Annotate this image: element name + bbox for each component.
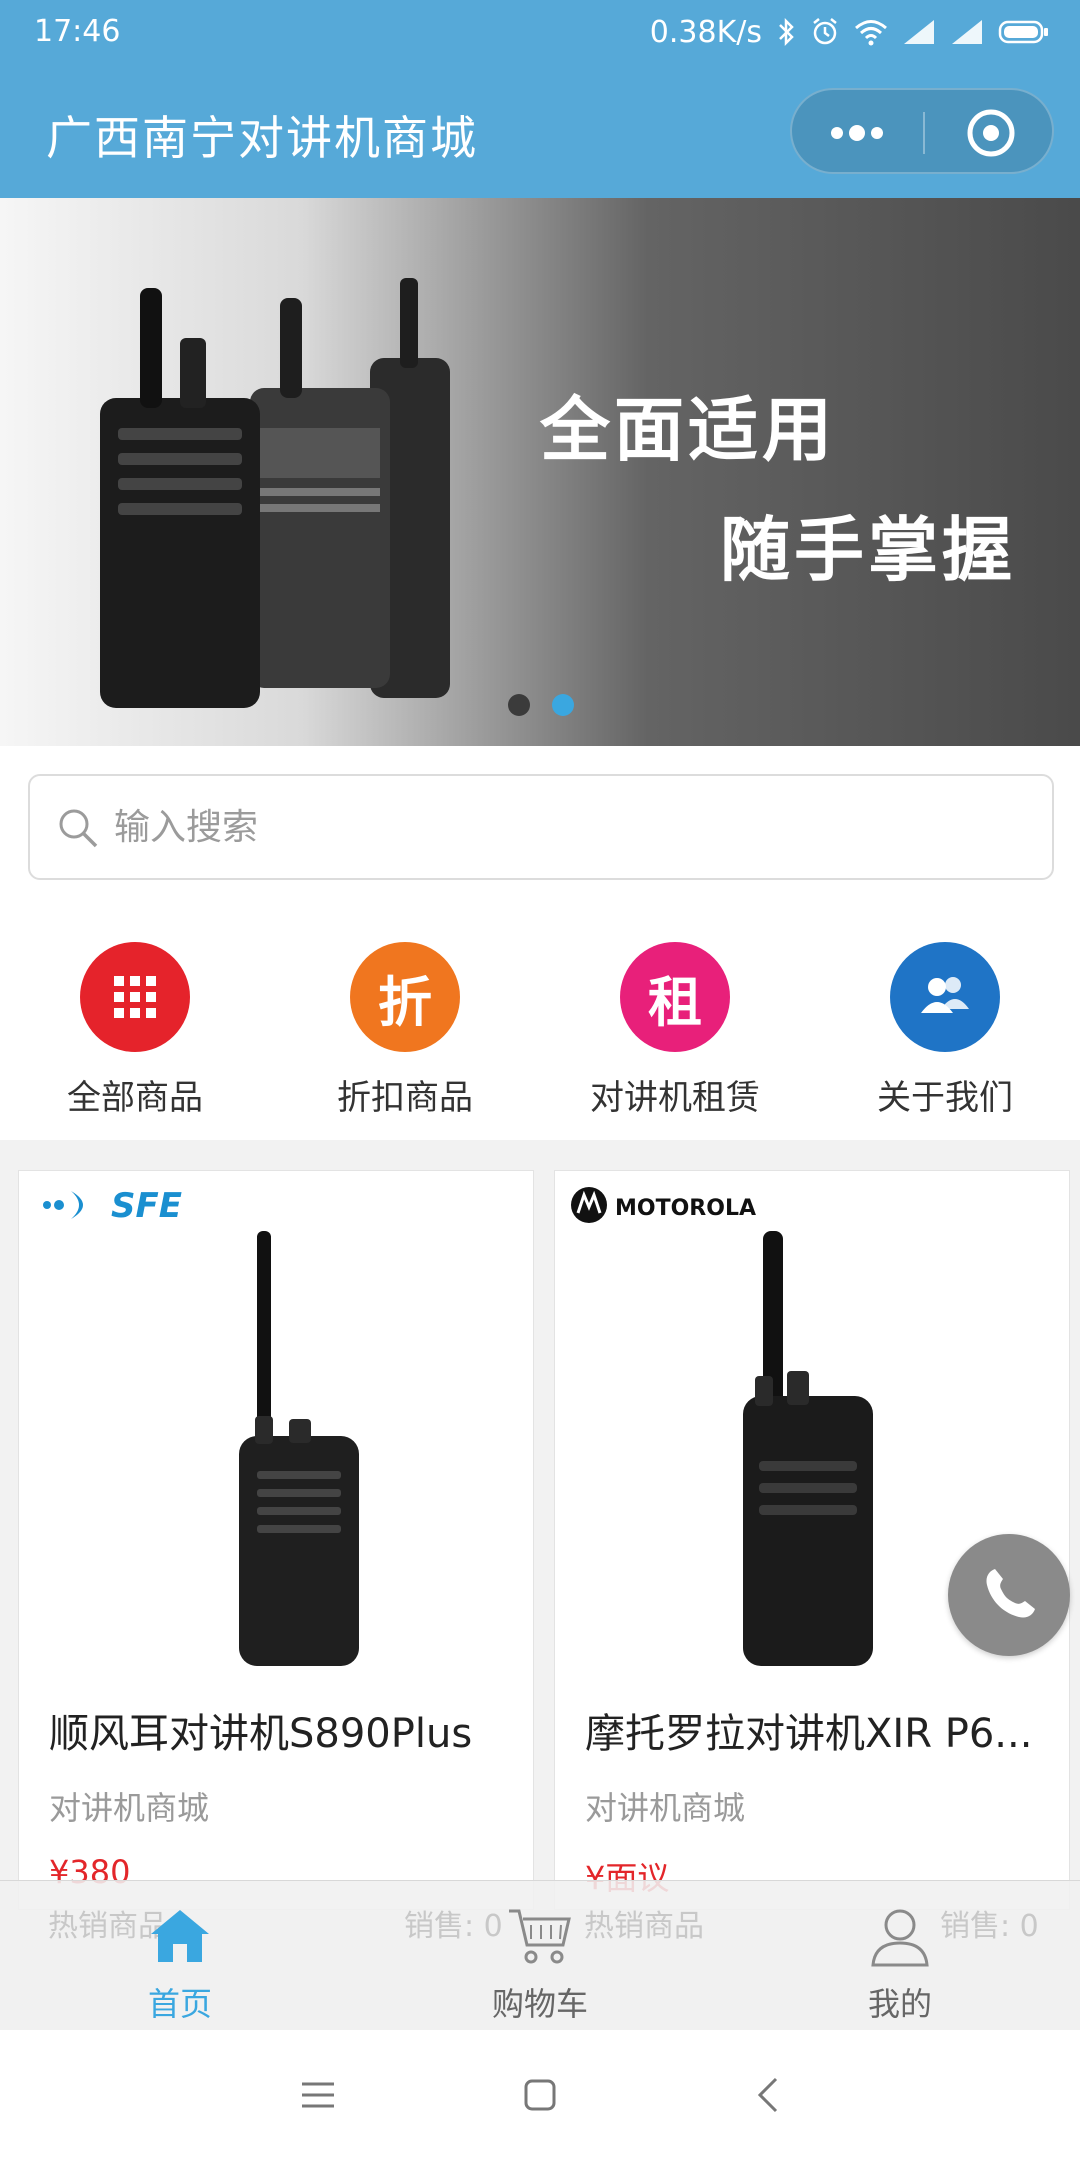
discount-icon: 折 <box>350 942 460 1052</box>
banner-carousel[interactable]: 全面适用 随手掌握 <box>0 198 1080 746</box>
system-nav-bar <box>0 2030 1080 2160</box>
product-shop: 对讲机商城 <box>49 1789 210 1827</box>
close-button[interactable] <box>926 90 1056 176</box>
search-box[interactable] <box>28 774 1054 880</box>
wifi-icon <box>854 18 888 46</box>
users-icon <box>890 942 1000 1052</box>
tab-cart[interactable]: 购物车 <box>360 1881 720 2031</box>
tab-mine[interactable]: 我的 <box>720 1881 1080 2031</box>
category-nav: 全部商品 折 折扣商品 租 对讲机租赁 关于我们 <box>0 918 1080 1140</box>
category-label: 对讲机租赁 <box>590 1078 760 1118</box>
brand-logo-motorola: MOTOROLA <box>569 1179 799 1239</box>
category-discount[interactable]: 折 折扣商品 <box>290 918 520 1119</box>
tab-label: 我的 <box>867 1985 932 2023</box>
carousel-dots <box>508 694 574 716</box>
back-button[interactable] <box>708 2030 828 2160</box>
home-nav-button[interactable] <box>480 2030 600 2160</box>
tab-bar: 热销商品 销售: 0 热销商品 销售: 0 首页 购物车 我的 <box>0 1880 1080 2030</box>
category-label: 关于我们 <box>877 1078 1013 1118</box>
search-icon <box>56 806 100 854</box>
home-icon <box>140 1899 220 1971</box>
category-about[interactable]: 关于我们 <box>830 918 1060 1119</box>
square-icon <box>524 2079 556 2111</box>
product-name: 摩托罗拉对讲机XIR P6... <box>585 1711 1033 1757</box>
signal-icon <box>950 18 984 46</box>
product-shop: 对讲机商城 <box>585 1789 746 1827</box>
category-rent[interactable]: 租 对讲机租赁 <box>560 918 790 1119</box>
product-card[interactable]: SFE 顺风耳对讲机S890Plus 对讲机商城 ¥380 <box>18 1170 534 1910</box>
category-label: 折扣商品 <box>337 1078 473 1118</box>
net-speed: 0.38K/s <box>649 14 762 50</box>
search-input[interactable] <box>114 796 1014 858</box>
category-label: 全部商品 <box>67 1078 203 1118</box>
target-close-icon <box>967 109 1015 157</box>
grid-icon <box>80 942 190 1052</box>
status-bar: 17:46 0.38K/s <box>0 0 1080 66</box>
status-time: 17:46 <box>34 14 121 49</box>
brand-logo-sfe: SFE <box>33 1179 253 1239</box>
more-dots-icon <box>831 125 883 141</box>
category-all[interactable]: 全部商品 <box>20 918 250 1119</box>
brand-text: SFE <box>111 1186 182 1226</box>
status-icons: 0.38K/s <box>650 12 1050 52</box>
carousel-dot[interactable] <box>508 694 530 716</box>
banner-subline: 随手掌握 <box>720 509 1016 591</box>
alarm-icon <box>810 17 840 47</box>
page-title: 广西南宁对讲机商城 <box>46 111 478 165</box>
carousel-dot-active[interactable] <box>552 694 574 716</box>
bluetooth-icon <box>776 17 796 47</box>
app-header: 广西南宁对讲机商城 <box>0 66 1080 198</box>
capsule-divider <box>923 112 925 154</box>
phone-icon <box>986 1569 1035 1618</box>
tab-label: 购物车 <box>491 1985 588 2023</box>
user-icon <box>860 1899 940 1971</box>
banner-headline: 全面适用 <box>540 389 836 471</box>
rent-icon: 租 <box>620 942 730 1052</box>
menu-button[interactable] <box>258 2030 378 2160</box>
signal-icon <box>902 18 936 46</box>
miniprogram-capsule <box>790 88 1054 174</box>
tab-home[interactable]: 首页 <box>0 1881 360 2031</box>
menu-icon <box>302 2082 334 2108</box>
brand-text: MOTOROLA <box>615 1196 756 1221</box>
more-button[interactable] <box>792 90 922 176</box>
cart-icon <box>500 1899 580 1971</box>
walkie-talkie-image <box>100 278 450 708</box>
battery-icon <box>998 18 1050 46</box>
back-icon <box>757 2077 778 2113</box>
call-button[interactable] <box>948 1534 1070 1656</box>
product-name: 顺风耳对讲机S890Plus <box>49 1711 473 1757</box>
tab-label: 首页 <box>147 1985 212 2023</box>
